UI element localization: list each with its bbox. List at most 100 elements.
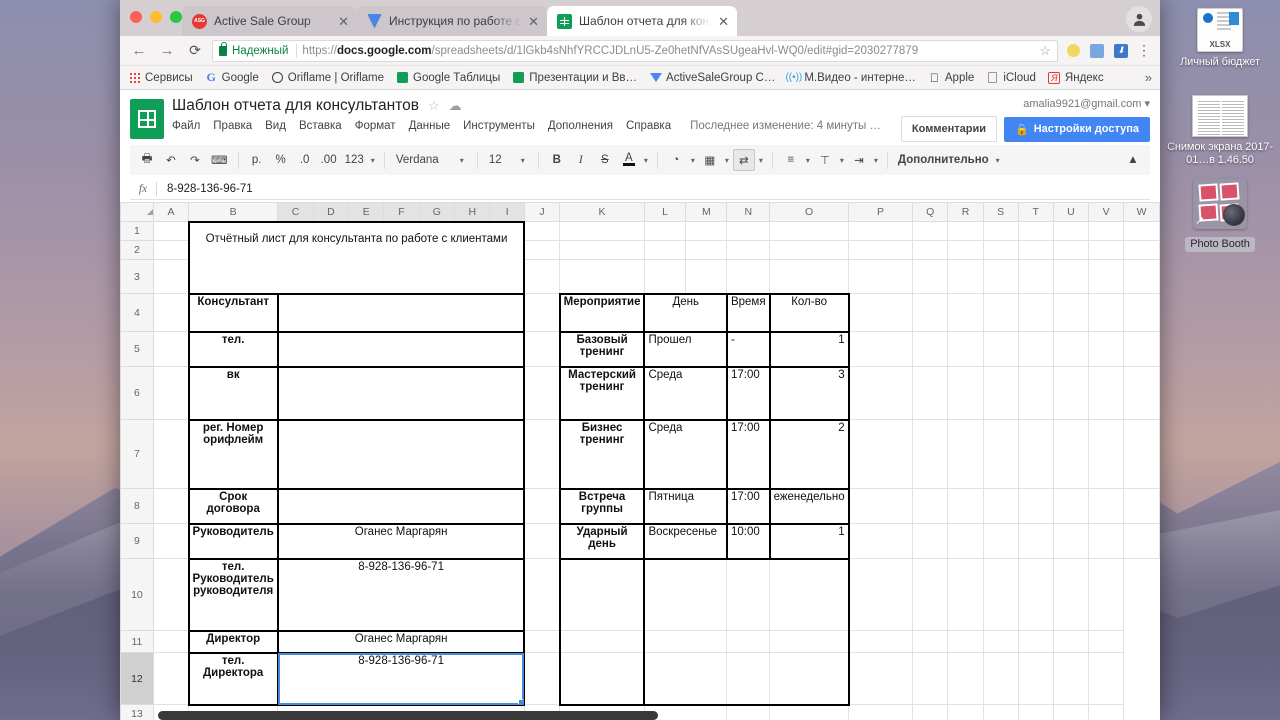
cell-p6[interactable] — [848, 366, 913, 420]
cell-j9[interactable] — [523, 523, 561, 559]
desktop-icon-photo-booth[interactable]: ↗ Photo Booth — [1164, 179, 1276, 252]
cell-t2[interactable] — [1017, 240, 1054, 260]
event-header-day[interactable]: День — [643, 292, 728, 333]
merge-caret-icon[interactable]: ▾ — [757, 156, 765, 165]
merge-cells-icon[interactable]: ⇄ — [732, 149, 755, 171]
field-label-consultant[interactable]: Консультант — [187, 292, 279, 333]
valign-caret-icon[interactable]: ▾ — [838, 156, 846, 165]
cell-q8[interactable] — [911, 488, 949, 524]
undo-icon[interactable]: ↶ — [160, 149, 182, 171]
cell-p10[interactable] — [769, 558, 850, 631]
column-header-q[interactable]: Q — [911, 202, 949, 222]
cell-q9[interactable] — [911, 523, 949, 559]
cell-q4[interactable] — [911, 293, 949, 332]
column-header-l[interactable]: L — [643, 202, 687, 222]
cell-t13[interactable] — [982, 704, 1019, 720]
strikethrough-button[interactable]: S — [594, 149, 616, 171]
cell-u10[interactable] — [1017, 558, 1054, 631]
cell-j7[interactable] — [523, 419, 561, 489]
borders-icon[interactable]: ▦ — [699, 149, 721, 171]
wrap-caret-icon[interactable]: ▾ — [872, 156, 880, 165]
extension-download-icon[interactable] — [1112, 42, 1130, 60]
column-header-j[interactable]: J — [523, 202, 561, 222]
event-count-base-training[interactable]: 1 — [768, 330, 850, 368]
cell-u2[interactable] — [1052, 240, 1090, 260]
cell-w12[interactable] — [1088, 652, 1125, 705]
field-label-manager[interactable]: Руководитель — [187, 522, 279, 560]
cell-r12[interactable] — [911, 652, 949, 705]
row-header-5[interactable]: 5 — [120, 331, 154, 367]
row-header-7[interactable]: 7 — [120, 419, 154, 489]
row-header-11[interactable]: 11 — [120, 630, 154, 653]
cell-n2[interactable] — [726, 240, 771, 260]
event-count-business-training[interactable]: 2 — [768, 418, 850, 490]
formula-bar[interactable]: fx 8-928-136-96-71 — [130, 178, 1150, 200]
cell-q3[interactable] — [911, 259, 949, 294]
cell-k1[interactable] — [559, 221, 645, 241]
column-header-i[interactable]: I — [489, 202, 525, 222]
field-value-oriflame-number[interactable] — [276, 418, 526, 490]
star-document-icon[interactable]: ☆ — [428, 98, 440, 114]
event-time-master-training[interactable]: 17:00 — [725, 365, 771, 421]
decrease-decimal-button[interactable]: .0 — [294, 149, 316, 171]
cell-w9[interactable] — [1123, 523, 1160, 559]
cell-u13[interactable] — [1017, 704, 1054, 720]
cell-t3[interactable] — [1017, 259, 1054, 294]
cell-l11[interactable] — [643, 630, 728, 653]
cell-a9[interactable] — [152, 523, 190, 559]
fill-color-icon[interactable]: ◔ — [665, 149, 687, 171]
collapse-toolbar-icon[interactable]: ▲ — [1122, 149, 1144, 171]
cell-w5[interactable] — [1123, 331, 1160, 367]
text-color-button[interactable]: A — [618, 149, 640, 171]
cell-k2[interactable] — [559, 240, 645, 260]
cell-u6[interactable] — [1052, 366, 1090, 420]
event-name-power-day[interactable]: Ударный день — [558, 522, 646, 560]
cell-v6[interactable] — [1088, 366, 1125, 420]
cell-s13[interactable] — [947, 704, 984, 720]
text-wrap-icon[interactable]: ⇥ — [848, 149, 870, 171]
cell-u4[interactable] — [1052, 293, 1090, 332]
cell-t11[interactable] — [982, 630, 1019, 653]
horizontal-scrollbar[interactable] — [158, 711, 658, 720]
cell-s2[interactable] — [982, 240, 1019, 260]
cell-s10[interactable] — [947, 558, 984, 631]
cell-a10[interactable] — [152, 558, 190, 631]
cell-s4[interactable] — [982, 293, 1019, 332]
more-caret-icon[interactable]: ▾ — [994, 156, 1002, 165]
bookmark-star-icon[interactable]: ☆ — [1033, 43, 1051, 59]
field-label-manager-of-manager-phone[interactable]: тел. Руководитель руководителя — [187, 557, 279, 632]
number-format-button[interactable]: 123 — [342, 149, 367, 171]
cell-j10[interactable] — [523, 558, 561, 631]
column-header-w[interactable]: W — [1123, 202, 1160, 222]
row-header-3[interactable]: 3 — [120, 259, 154, 294]
redo-icon[interactable]: ↷ — [184, 149, 206, 171]
cell-p8[interactable] — [848, 488, 913, 524]
cell-u5[interactable] — [1052, 331, 1090, 367]
cell-n1[interactable] — [726, 221, 771, 241]
cell-w2[interactable] — [1123, 240, 1160, 260]
cell-w10[interactable] — [1088, 558, 1125, 631]
field-value-manager-of-manager-phone[interactable]: 8-928-136-96-71 — [276, 557, 526, 632]
event-name-base-training[interactable]: Базовый тренинг — [558, 330, 646, 368]
column-header-o[interactable]: O — [769, 202, 850, 222]
column-header-d[interactable]: D — [312, 202, 350, 222]
cell-u11[interactable] — [1017, 630, 1054, 653]
cell-j6[interactable] — [523, 366, 561, 420]
move-to-drive-icon[interactable]: ☁ — [449, 98, 462, 114]
halign-caret-icon[interactable]: ▾ — [804, 156, 812, 165]
cell-u3[interactable] — [1052, 259, 1090, 294]
minimize-window-button[interactable] — [150, 11, 162, 23]
browser-tab-instruction[interactable]: Инструкция по работе в дан… ✕ — [357, 6, 547, 36]
cell-a1[interactable] — [152, 221, 190, 241]
cell-u7[interactable] — [1052, 419, 1090, 489]
document-title[interactable]: Шаблон отчета для консультантов — [172, 97, 419, 115]
report-title-cell[interactable]: Отчётный лист для консультанта по работе… — [187, 220, 526, 295]
font-family-select[interactable]: Verdana ▾ — [392, 149, 470, 171]
cell-l2[interactable] — [643, 240, 687, 260]
cell-q5[interactable] — [911, 331, 949, 367]
cell-q10[interactable] — [848, 558, 913, 631]
bookmarks-overflow-icon[interactable]: » — [1145, 70, 1152, 85]
menu-tools[interactable]: Инструменты — [463, 120, 535, 132]
sheets-logo-icon[interactable] — [130, 99, 164, 139]
cell-a12[interactable] — [152, 652, 190, 705]
